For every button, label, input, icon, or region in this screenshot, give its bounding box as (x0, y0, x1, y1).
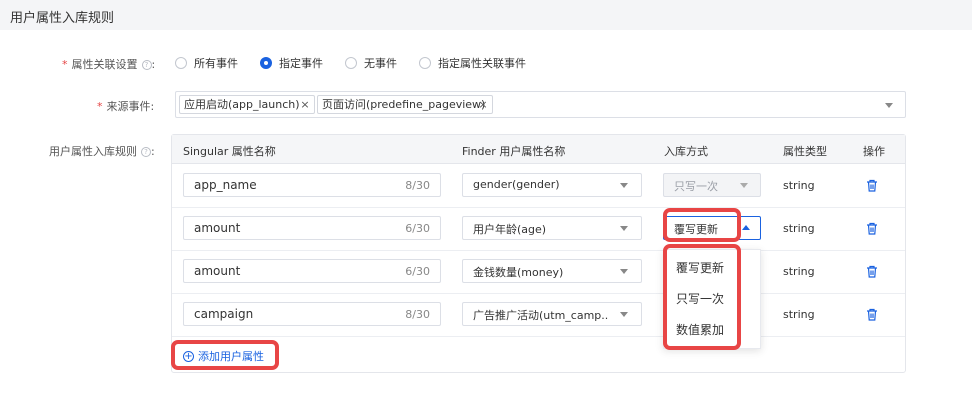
th-actions: 操作 (863, 145, 885, 158)
finder-attribute-select[interactable]: 广告推广活动(utm_camp... (462, 302, 642, 326)
radio-specified-events[interactable]: 指定事件 (260, 55, 323, 71)
chevron-down-icon (620, 183, 628, 188)
radio-circle-icon (175, 57, 187, 69)
trash-icon[interactable] (866, 308, 878, 321)
chevron-down-icon (620, 312, 628, 317)
finder-attribute-select[interactable]: gender(gender) (462, 173, 642, 197)
char-count: 8/30 (405, 179, 430, 192)
radio-all-events[interactable]: 所有事件 (175, 55, 238, 71)
finder-attribute-select[interactable]: 金钱数量(money) (462, 259, 642, 283)
page-title: 用户属性入库规则 (10, 11, 115, 26)
radio-circle-icon (419, 57, 431, 69)
singular-name-input[interactable]: app_name 8/30 (183, 173, 441, 197)
trash-icon[interactable] (866, 265, 878, 278)
th-mode: 入库方式 (664, 145, 708, 158)
singular-name-input[interactable]: amount 6/30 (183, 259, 441, 283)
highlight-box (663, 208, 741, 242)
highlight-box (663, 244, 741, 350)
char-count: 6/30 (405, 222, 430, 235)
rules-label: 用户属性入库规则?: (49, 145, 155, 158)
singular-name-input[interactable]: campaign 8/30 (183, 302, 441, 326)
radio-checked-icon (260, 57, 272, 69)
attribute-type: string (783, 179, 815, 192)
row-divider (172, 207, 905, 208)
row-divider (172, 336, 905, 337)
table-header: Singular 属性名称 Finder 用户属性名称 入库方式 属性类型 操作 (172, 135, 905, 164)
page-header: 用户属性入库规则 (0, 0, 972, 30)
source-events-label: * 来源事件: (97, 100, 155, 113)
chevron-down-icon (620, 226, 628, 231)
source-tag-pageview: 页面访问(predefine_pageview) × (317, 95, 493, 114)
row-divider (172, 293, 905, 294)
radio-attribute-events[interactable]: 指定属性关联事件 (419, 55, 526, 71)
required-mark: * (97, 100, 103, 113)
th-singular: Singular 属性名称 (183, 145, 276, 158)
radio-circle-icon (345, 57, 357, 69)
th-type: 属性类型 (783, 145, 827, 158)
help-icon[interactable]: ? (141, 147, 151, 157)
finder-attribute-select[interactable]: 用户年龄(age) (462, 216, 642, 240)
rules-table: Singular 属性名称 Finder 用户属性名称 入库方式 属性类型 操作 (171, 134, 906, 373)
relation-radio-group: 所有事件 指定事件 无事件 指定属性关联事件 (175, 55, 548, 71)
char-count: 8/30 (405, 308, 430, 321)
attribute-type: string (783, 222, 815, 235)
relation-setting-label: * 属性关联设置?: (62, 58, 156, 71)
tag-close-icon[interactable]: × (476, 96, 490, 113)
attribute-type: string (783, 265, 815, 278)
trash-icon[interactable] (866, 179, 878, 192)
write-mode-select: 只写一次 (663, 173, 761, 197)
chevron-down-icon (740, 183, 748, 188)
trash-icon[interactable] (866, 222, 878, 235)
attribute-type: string (783, 308, 815, 321)
help-icon[interactable]: ? (141, 60, 152, 70)
chevron-down-icon (620, 269, 628, 274)
source-tag-app-launch: 应用启动(app_launch) × (179, 95, 315, 114)
row-divider (172, 250, 905, 251)
char-count: 6/30 (405, 265, 430, 278)
required-mark: * (62, 58, 68, 71)
chevron-down-icon[interactable] (885, 103, 893, 108)
highlight-box (171, 340, 279, 370)
tag-close-icon[interactable]: × (298, 96, 312, 113)
source-events-select[interactable]: 应用启动(app_launch) × 页面访问(predefine_pagevi… (175, 91, 906, 118)
singular-name-input[interactable]: amount 6/30 (183, 216, 441, 240)
radio-no-events[interactable]: 无事件 (345, 55, 397, 71)
th-finder: Finder 用户属性名称 (462, 145, 566, 158)
chevron-up-icon (742, 225, 750, 230)
